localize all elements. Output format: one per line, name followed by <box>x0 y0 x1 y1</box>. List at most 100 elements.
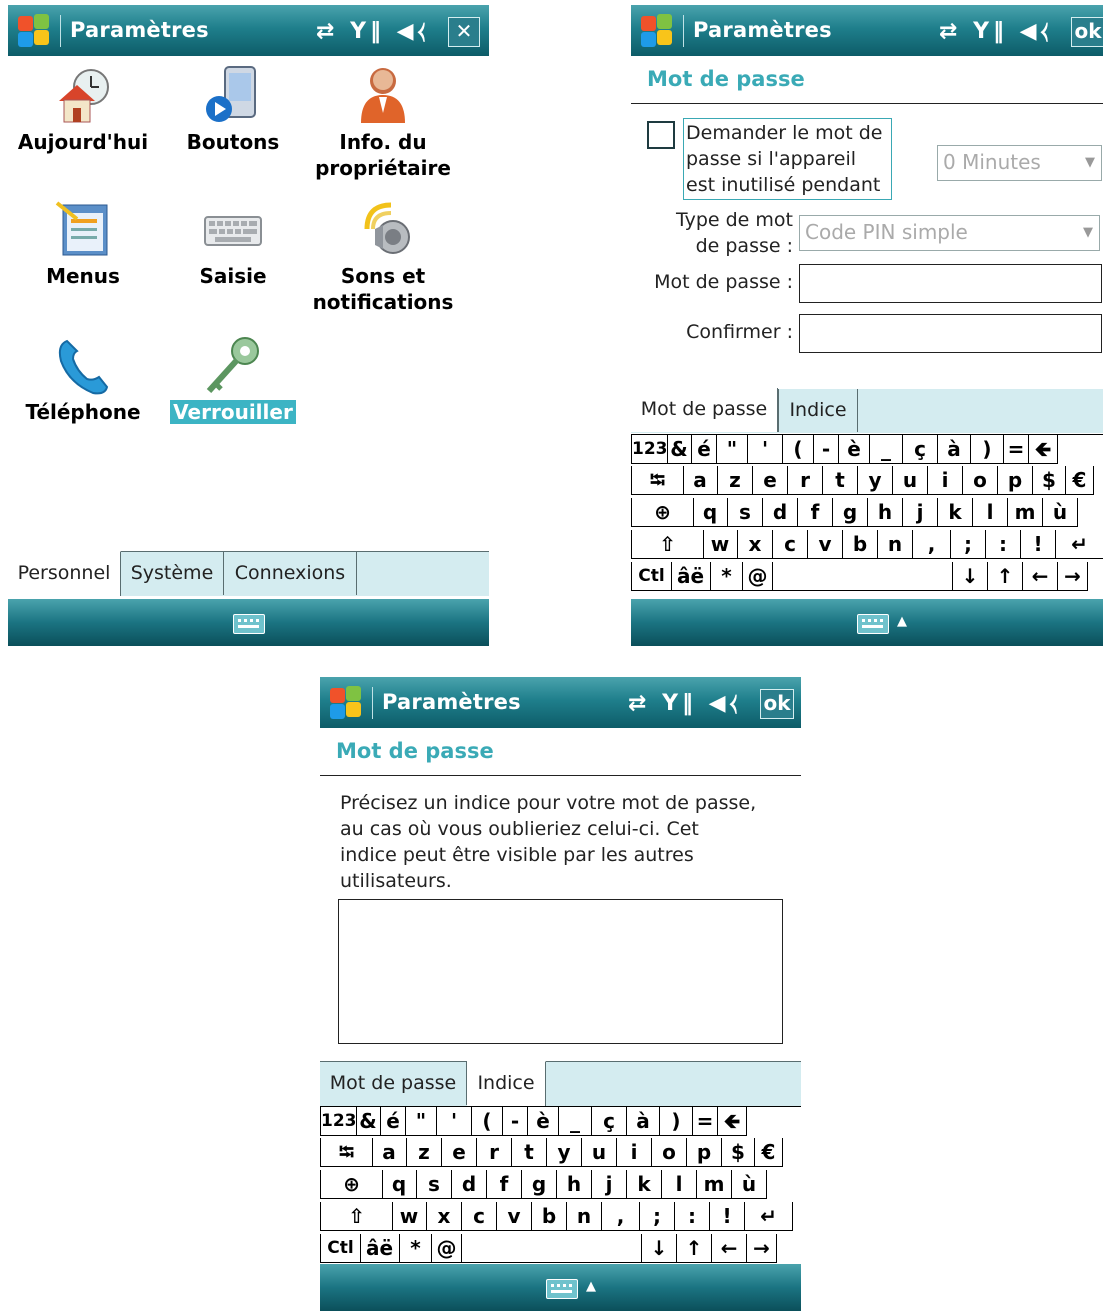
key[interactable]: ⊕ <box>631 498 694 527</box>
app-buttons[interactable]: Boutons <box>158 65 308 155</box>
key[interactable]: o <box>963 466 998 495</box>
key[interactable]: * <box>711 562 743 591</box>
app-input[interactable]: Saisie <box>158 199 308 289</box>
key[interactable]: e <box>442 1138 477 1167</box>
require-password-label[interactable]: Demander le mot de passe si l'appareil e… <box>683 118 892 200</box>
key[interactable]: 123 <box>631 435 668 464</box>
key[interactable]: t <box>823 466 858 495</box>
keyboard-icon[interactable] <box>857 614 889 634</box>
key[interactable]: s <box>417 1170 452 1199</box>
key[interactable]: p <box>998 466 1033 495</box>
minutes-select[interactable]: 0 Minutes ▼ <box>937 145 1102 181</box>
ok-button[interactable]: ok <box>1071 17 1103 47</box>
key[interactable]: b <box>532 1202 567 1231</box>
key[interactable]: ← <box>712 1234 747 1263</box>
key[interactable]: ← <box>1023 562 1058 591</box>
key[interactable]: ) <box>660 1107 693 1136</box>
key[interactable]: z <box>407 1138 442 1167</box>
key[interactable]: = <box>693 1107 718 1136</box>
key[interactable]: l <box>973 498 1008 527</box>
key[interactable]: Ctl <box>631 562 672 591</box>
key[interactable]: x <box>738 530 773 559</box>
hint-textarea[interactable] <box>338 899 783 1044</box>
key[interactable]: o <box>652 1138 687 1167</box>
key[interactable]: _ <box>559 1107 592 1136</box>
key[interactable]: à <box>938 435 971 464</box>
key[interactable]: a <box>372 1138 407 1167</box>
key[interactable]: → <box>747 1234 777 1263</box>
key[interactable]: v <box>497 1202 532 1231</box>
key[interactable]: ; <box>951 530 986 559</box>
key[interactable]: z <box>718 466 753 495</box>
key[interactable]: l <box>662 1170 697 1199</box>
key[interactable]: ç <box>903 435 938 464</box>
key[interactable]: k <box>627 1170 662 1199</box>
key[interactable]: ↓ <box>642 1234 677 1263</box>
key[interactable]: $ <box>722 1138 755 1167</box>
tab-personnel[interactable]: Personnel <box>8 551 121 596</box>
key[interactable]: * <box>400 1234 432 1263</box>
key[interactable]: ' <box>437 1107 472 1136</box>
key[interactable]: 🡸 <box>718 1107 747 1136</box>
key[interactable]: n <box>567 1202 602 1231</box>
key[interactable]: à <box>627 1107 660 1136</box>
key[interactable]: h <box>557 1170 592 1199</box>
key[interactable]: i <box>617 1138 652 1167</box>
app-owner-info[interactable]: Info. du propriétaire <box>308 65 458 181</box>
key[interactable]: j <box>592 1170 627 1199</box>
key[interactable]: a <box>683 466 718 495</box>
key[interactable]: - <box>814 435 839 464</box>
key[interactable]: y <box>547 1138 582 1167</box>
key[interactable]: v <box>808 530 843 559</box>
key[interactable]: d <box>763 498 798 527</box>
key[interactable]: ù <box>1043 498 1078 527</box>
key[interactable]: ↑ <box>988 562 1023 591</box>
key[interactable]: r <box>788 466 823 495</box>
key[interactable]: " <box>406 1107 437 1136</box>
key[interactable]: ↵ <box>1056 530 1103 559</box>
key[interactable]: : <box>675 1202 710 1231</box>
keyboard-icon[interactable] <box>546 1279 578 1299</box>
key[interactable]: ↑ <box>677 1234 712 1263</box>
key[interactable]: s <box>728 498 763 527</box>
key[interactable]: _ <box>870 435 903 464</box>
app-lock[interactable]: Verrouiller <box>158 335 308 425</box>
key[interactable]: p <box>687 1138 722 1167</box>
key[interactable]: j <box>903 498 938 527</box>
chevron-up-icon[interactable]: ▲ <box>897 614 907 629</box>
key[interactable]: ↓ <box>953 562 988 591</box>
password-field[interactable] <box>799 264 1102 303</box>
key[interactable]: Ctl <box>320 1234 361 1263</box>
key[interactable]: r <box>477 1138 512 1167</box>
key[interactable]: ( <box>472 1107 503 1136</box>
key[interactable]: 123 <box>320 1107 357 1136</box>
key[interactable]: t <box>512 1138 547 1167</box>
tab-connexions[interactable]: Connexions <box>224 552 357 595</box>
key[interactable]: ' <box>748 435 783 464</box>
status-icons[interactable]: ⇄ Y‖ ◀⧼ <box>316 19 429 44</box>
password-type-select[interactable]: Code PIN simple ▼ <box>799 215 1100 251</box>
app-phone[interactable]: Téléphone <box>8 335 158 425</box>
key[interactable]: x <box>427 1202 462 1231</box>
key[interactable]: f <box>798 498 833 527</box>
key[interactable]: b <box>843 530 878 559</box>
key[interactable]: & <box>356 1107 381 1136</box>
key[interactable]: d <box>452 1170 487 1199</box>
key[interactable]: ! <box>710 1202 745 1231</box>
app-menus[interactable]: Menus <box>8 199 158 289</box>
tab-password[interactable]: Mot de passe <box>631 388 778 432</box>
key[interactable]: i <box>928 466 963 495</box>
key[interactable]: y <box>858 466 893 495</box>
key[interactable]: è <box>528 1107 559 1136</box>
key[interactable]: ⇧ <box>320 1202 393 1231</box>
key[interactable]: m <box>1008 498 1043 527</box>
key[interactable]: u <box>582 1138 617 1167</box>
key[interactable]: ; <box>640 1202 675 1231</box>
key[interactable]: w <box>703 530 738 559</box>
key[interactable]: f <box>487 1170 522 1199</box>
tab-hint[interactable]: Indice <box>467 1061 546 1106</box>
keyboard-icon[interactable] <box>233 614 265 634</box>
app-today[interactable]: Aujourd'hui <box>8 65 158 155</box>
key[interactable]: é <box>381 1107 406 1136</box>
key[interactable]: g <box>522 1170 557 1199</box>
